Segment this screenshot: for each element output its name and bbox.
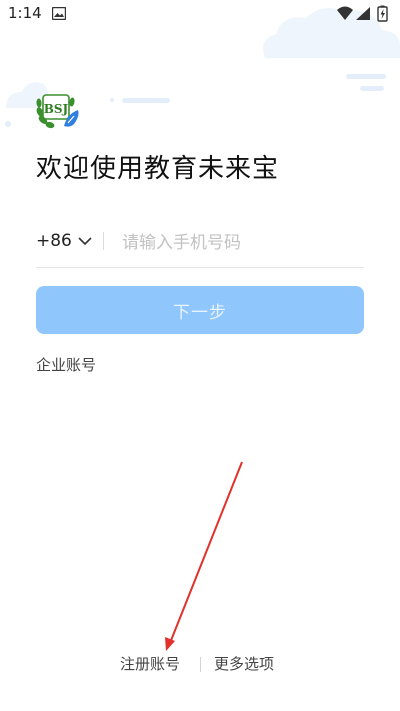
welcome-title: 欢迎使用教育未来宝 [36,154,280,184]
next-step-button[interactable]: 下一步 [36,286,364,334]
wifi-icon [337,6,353,20]
signal-icon [356,7,370,20]
bottom-divider [200,657,201,672]
phone-number-input[interactable] [122,226,352,260]
phone-input-row: +86 [36,222,364,268]
chevron-down-icon[interactable] [78,236,92,246]
more-options-link[interactable]: 更多选项 [214,653,274,674]
input-divider [103,232,104,250]
country-code-selector[interactable]: +86 [36,231,72,251]
enterprise-account-link[interactable]: 企业账号 [36,354,96,375]
system-status-icons [337,5,388,22]
app-logo: BSJ [36,94,79,129]
status-bar: 1:14 [0,0,400,28]
battery-charging-icon [377,5,388,22]
logo-text: BSJ [44,102,69,116]
status-time: 1:14 [8,4,42,22]
register-account-link[interactable]: 注册账号 [120,653,180,674]
photo-icon [52,7,66,20]
bottom-links: 注册账号 更多选项 [0,653,400,677]
